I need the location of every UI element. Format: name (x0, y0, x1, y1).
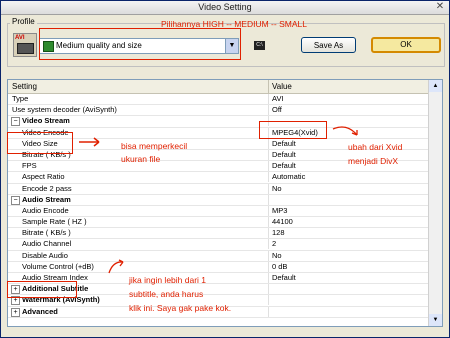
cell-divider (268, 205, 269, 216)
setting-name: FPS (22, 161, 37, 171)
scroll-down-icon[interactable]: ▼ (429, 314, 442, 326)
cell-divider (268, 250, 269, 261)
film-icon (17, 43, 34, 54)
setting-row[interactable]: Bitrate ( KB/s ) 128 (8, 228, 430, 240)
cell-divider (268, 273, 269, 283)
title-bar: Video Setting ✕ (1, 1, 449, 15)
setting-value[interactable]: MP3 (272, 206, 287, 216)
setting-value[interactable]: 0 dB (272, 262, 287, 272)
annotation-subtitle-line2: subtitle, anda harus (129, 289, 204, 299)
annotation-subtitle-line1: jika ingin lebih dari 1 (129, 275, 207, 285)
setting-row[interactable]: Volume Control (+dB) 0 dB (8, 261, 430, 273)
setting-name: Use system decoder (AviSynth) (12, 105, 117, 115)
setting-value[interactable]: 128 (272, 228, 285, 238)
cell-divider (268, 306, 269, 317)
setting-value[interactable]: 44100 (272, 217, 293, 227)
category-row[interactable]: − Video Stream (8, 116, 430, 128)
setting-value[interactable]: No (272, 251, 282, 261)
cell-divider (268, 228, 269, 239)
cell-divider (268, 295, 269, 306)
setting-row[interactable]: Aspect Ratio Automatic (8, 172, 430, 184)
setting-value[interactable]: Default (272, 150, 296, 160)
value-column-header: Value (272, 82, 292, 91)
annotation-profile-box (39, 28, 241, 60)
cell-divider (268, 183, 269, 194)
scroll-up-icon[interactable]: ▲ (429, 80, 442, 92)
avi-format-icon[interactable]: AVI (13, 33, 37, 57)
category-row[interactable]: − Audio Stream (8, 194, 430, 206)
cell-divider (268, 149, 269, 160)
setting-name: Video Stream (22, 116, 70, 126)
setting-row[interactable]: Type AVI (8, 94, 430, 106)
annotation-profile-options: Pilihannya HIGH -- MEDIUM -- SMALL (161, 19, 307, 29)
setting-row[interactable]: Encode 2 pass No (8, 183, 430, 195)
annotation-size-arrow (79, 137, 100, 147)
setting-name: Disable Audio (22, 250, 68, 260)
cell-divider (268, 194, 269, 205)
setting-name: Sample Rate ( HZ ) (22, 217, 87, 227)
annotation-subtitle-arrow (108, 259, 124, 274)
grid-header: Setting Value (8, 80, 430, 94)
expand-icon[interactable]: + (11, 307, 20, 317)
save-as-button[interactable]: Save As (301, 37, 356, 53)
cell-divider (268, 239, 269, 250)
setting-column-header: Setting (12, 82, 37, 91)
setting-row[interactable]: Audio Encode MP3 (8, 205, 430, 218)
setting-row[interactable]: Use system decoder (AviSynth) Off (8, 105, 430, 117)
annotation-encode-box (259, 121, 327, 139)
setting-value[interactable]: No (272, 184, 282, 194)
close-icon[interactable]: ✕ (435, 2, 445, 12)
cell-divider (268, 161, 269, 172)
setting-row[interactable]: Audio Channel 2 (8, 239, 430, 251)
setting-value[interactable]: Default (272, 273, 296, 283)
vertical-scrollbar[interactable]: ▲ ▼ (428, 80, 442, 326)
annotation-encode-arrow (332, 126, 358, 136)
avi-icon-text: AVI (15, 35, 25, 41)
setting-value[interactable]: 2 (272, 239, 276, 249)
cell-divider (268, 94, 269, 104)
annotation-subtitle-line3: klik ini. Saya gak pake kok. (129, 303, 232, 313)
setting-name: Audio Channel (22, 239, 72, 249)
setting-name: Bitrate ( KB/s ) (22, 228, 71, 238)
cell-divider (268, 138, 269, 149)
setting-value[interactable]: Automatic (272, 172, 305, 182)
annotation-size-box (7, 132, 73, 154)
annotation-encode-line2: menjadi DivX (348, 156, 399, 166)
collapse-icon[interactable]: − (11, 195, 20, 205)
collapse-icon[interactable]: − (11, 117, 20, 127)
video-setting-window: Video Setting ✕ Profile AVI Medium quali… (0, 0, 450, 338)
setting-name: Audio Encode (22, 205, 69, 215)
setting-value[interactable]: Default (272, 139, 296, 149)
cell-divider (268, 217, 269, 228)
setting-name: Aspect Ratio (22, 172, 65, 182)
annotation-subtitle-box (7, 281, 77, 298)
setting-row[interactable]: Disable Audio No (8, 250, 430, 262)
window-title: Video Setting (198, 2, 252, 12)
setting-row[interactable]: Sample Rate ( HZ ) 44100 (8, 217, 430, 229)
cell-divider (268, 105, 269, 116)
setting-name: Advanced (22, 306, 58, 316)
profile-label: Profile (10, 17, 37, 26)
column-separator[interactable] (268, 80, 269, 93)
annotation-encode-line1: ubah dari Xvid (348, 142, 403, 152)
console-icon[interactable]: C:\ (254, 41, 265, 50)
setting-name: Volume Control (+dB) (22, 261, 94, 271)
setting-value[interactable]: Off (272, 105, 282, 115)
cell-divider (268, 172, 269, 183)
setting-value[interactable]: Default (272, 161, 296, 171)
annotation-size-line2: ukuran file (121, 154, 161, 164)
setting-name: Type (12, 94, 29, 103)
cell-divider (268, 284, 269, 295)
setting-name: Encode 2 pass (22, 183, 72, 193)
setting-value[interactable]: AVI (272, 94, 284, 104)
setting-name: Audio Stream (22, 194, 71, 204)
annotation-size-line1: bisa memperkecil (121, 141, 188, 151)
cell-divider (268, 261, 269, 272)
ok-button[interactable]: OK (371, 37, 441, 53)
